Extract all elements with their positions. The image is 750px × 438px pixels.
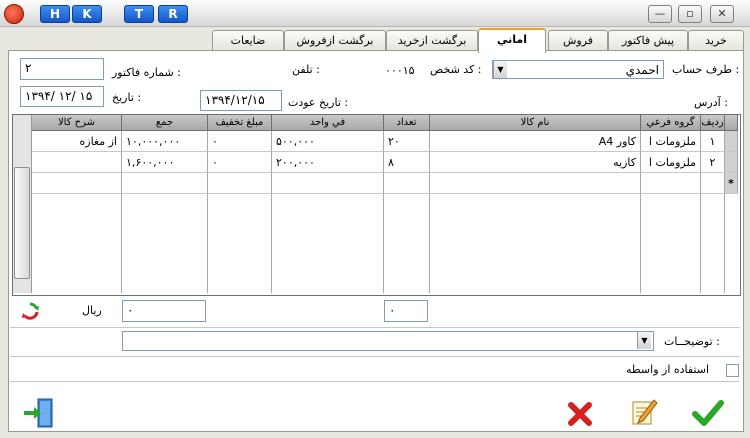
cell-discount[interactable] <box>208 173 272 194</box>
column-line <box>271 194 272 293</box>
exit-door-icon[interactable] <box>22 396 56 430</box>
tab-waste[interactable]: ضايعات <box>212 30 284 51</box>
divider <box>10 327 740 328</box>
row-selector[interactable] <box>725 131 738 152</box>
check-icon[interactable] <box>692 398 724 428</box>
chevron-down-icon[interactable]: ▼ <box>637 332 651 349</box>
chevron-down-icon[interactable]: ▼ <box>493 61 507 78</box>
cell-total[interactable]: ۱,۶۰۰,۰۰۰ <box>122 152 208 173</box>
cell-total[interactable]: ۱۰,۰۰۰,۰۰۰ <box>122 131 208 152</box>
new-row-marker[interactable]: * <box>725 173 738 194</box>
scrollbar-thumb[interactable] <box>14 167 30 279</box>
column-header-discount[interactable]: مبلغ تخفيف <box>208 115 272 131</box>
tab-consignment[interactable]: اماني <box>478 28 546 53</box>
account-label: طرف حساب : <box>672 63 740 76</box>
column-header-description[interactable]: شرح كالا <box>32 115 122 131</box>
letter-button-k[interactable]: K <box>72 5 102 23</box>
cell-unit-price[interactable]: ۲۰۰,۰۰۰ <box>272 152 384 173</box>
broker-label: استفاده از واسطه <box>626 363 710 376</box>
invoice-number-field[interactable]: ۲ <box>20 58 104 80</box>
letter-button-r[interactable]: R <box>158 5 188 23</box>
cell-total[interactable] <box>122 173 208 194</box>
phone-label: تلفن : <box>292 63 320 76</box>
column-header-unit-price[interactable]: في واحد <box>272 115 384 131</box>
column-line <box>640 194 641 293</box>
cell-unit-price[interactable] <box>272 173 384 194</box>
letter-button-t[interactable]: T <box>124 5 154 23</box>
tab-pre-invoice[interactable]: پيش فاكتور <box>608 30 688 51</box>
quantity-total-field: ۰ <box>384 300 428 322</box>
column-header-total[interactable]: جمع <box>122 115 208 131</box>
column-header-row-number[interactable]: رديف <box>701 115 725 131</box>
column-header-quantity[interactable]: تعداد <box>384 115 430 131</box>
cancel-icon[interactable] <box>566 400 594 428</box>
cell-description[interactable] <box>32 173 122 194</box>
cell-unit-price[interactable]: ۵۰۰,۰۰۰ <box>272 131 384 152</box>
cell-item-name[interactable]: A4 كاور <box>430 131 641 152</box>
cell-description[interactable] <box>32 152 122 173</box>
cell-item-name[interactable] <box>430 173 641 194</box>
cell-subgroup[interactable] <box>641 173 701 194</box>
items-grid[interactable]: شرح كالا جمع مبلغ تخفيف في واحد تعداد نا… <box>12 114 741 296</box>
cell-subgroup[interactable]: ملزومات ا <box>641 152 701 173</box>
column-line <box>383 194 384 293</box>
address-label: آدرس : <box>694 96 728 109</box>
broker-checkbox[interactable] <box>726 364 739 377</box>
column-header-subgroup[interactable]: گروه فرعي <box>641 115 701 131</box>
column-line <box>429 194 430 293</box>
cell-description[interactable]: از مغازه <box>32 131 122 152</box>
letter-button-h[interactable]: H <box>40 5 70 23</box>
account-value: احمدي <box>625 63 659 77</box>
cell-item-name[interactable]: كازيه <box>430 152 641 173</box>
column-line <box>207 194 208 293</box>
tab-purchase-return[interactable]: برگشت ازخريد <box>386 30 478 51</box>
cell-row-number: ۲ <box>701 152 725 173</box>
cell-discount[interactable]: ۰ <box>208 131 272 152</box>
sum-total-field: ۰ <box>122 300 206 322</box>
cell-row-number: ۱ <box>701 131 725 152</box>
invoice-number-label: شماره فاكتور : <box>112 66 181 79</box>
date-field[interactable]: ۱۳۹۴/ ۱۲/ ۱۵ <box>20 86 104 107</box>
cell-quantity[interactable]: ۸ <box>384 152 430 173</box>
row-selector-header <box>725 115 738 131</box>
minimize-button[interactable]: — <box>648 5 672 23</box>
date-label: تاريخ : <box>112 91 142 104</box>
edit-icon[interactable] <box>628 396 660 428</box>
grid-scrollbar[interactable] <box>13 115 32 293</box>
tab-purchase[interactable]: خريد <box>688 30 744 51</box>
return-date-field[interactable]: ۱۳۹۴/۱۲/۱۵ <box>200 90 282 111</box>
column-line <box>700 194 701 293</box>
column-line <box>121 194 122 293</box>
cell-discount[interactable]: ۰ <box>208 152 272 173</box>
column-header-item-name[interactable]: نام كالا <box>430 115 641 131</box>
column-line <box>724 194 725 293</box>
person-code-label: كد شخص : <box>430 63 482 76</box>
cell-row-number <box>701 173 725 194</box>
account-select[interactable]: احمدي ▼ <box>492 60 664 79</box>
tab-sales[interactable]: فروش <box>548 30 608 51</box>
cell-quantity[interactable]: ۲۰ <box>384 131 430 152</box>
tab-sales-return[interactable]: برگشت ازفروش <box>284 30 386 51</box>
cell-subgroup[interactable]: ملزومات ا <box>641 131 701 152</box>
cell-quantity[interactable] <box>384 173 430 194</box>
app-icon[interactable] <box>4 4 24 24</box>
divider <box>10 356 740 357</box>
person-code-value: ۰۰۰۱۵ <box>385 64 415 77</box>
notes-select[interactable]: ▼ <box>122 331 654 351</box>
row-selector[interactable] <box>725 152 738 173</box>
divider <box>10 381 740 382</box>
currency-label: ريال <box>82 304 102 317</box>
return-date-label: تاريخ عودت : <box>288 96 349 109</box>
title-bar: H K T R — ▫ ✕ <box>0 0 750 27</box>
refresh-icon[interactable] <box>20 301 40 321</box>
maximize-button[interactable]: ▫ <box>678 5 702 23</box>
notes-label: توضيحــات : <box>664 335 720 348</box>
close-button[interactable]: ✕ <box>710 5 734 23</box>
